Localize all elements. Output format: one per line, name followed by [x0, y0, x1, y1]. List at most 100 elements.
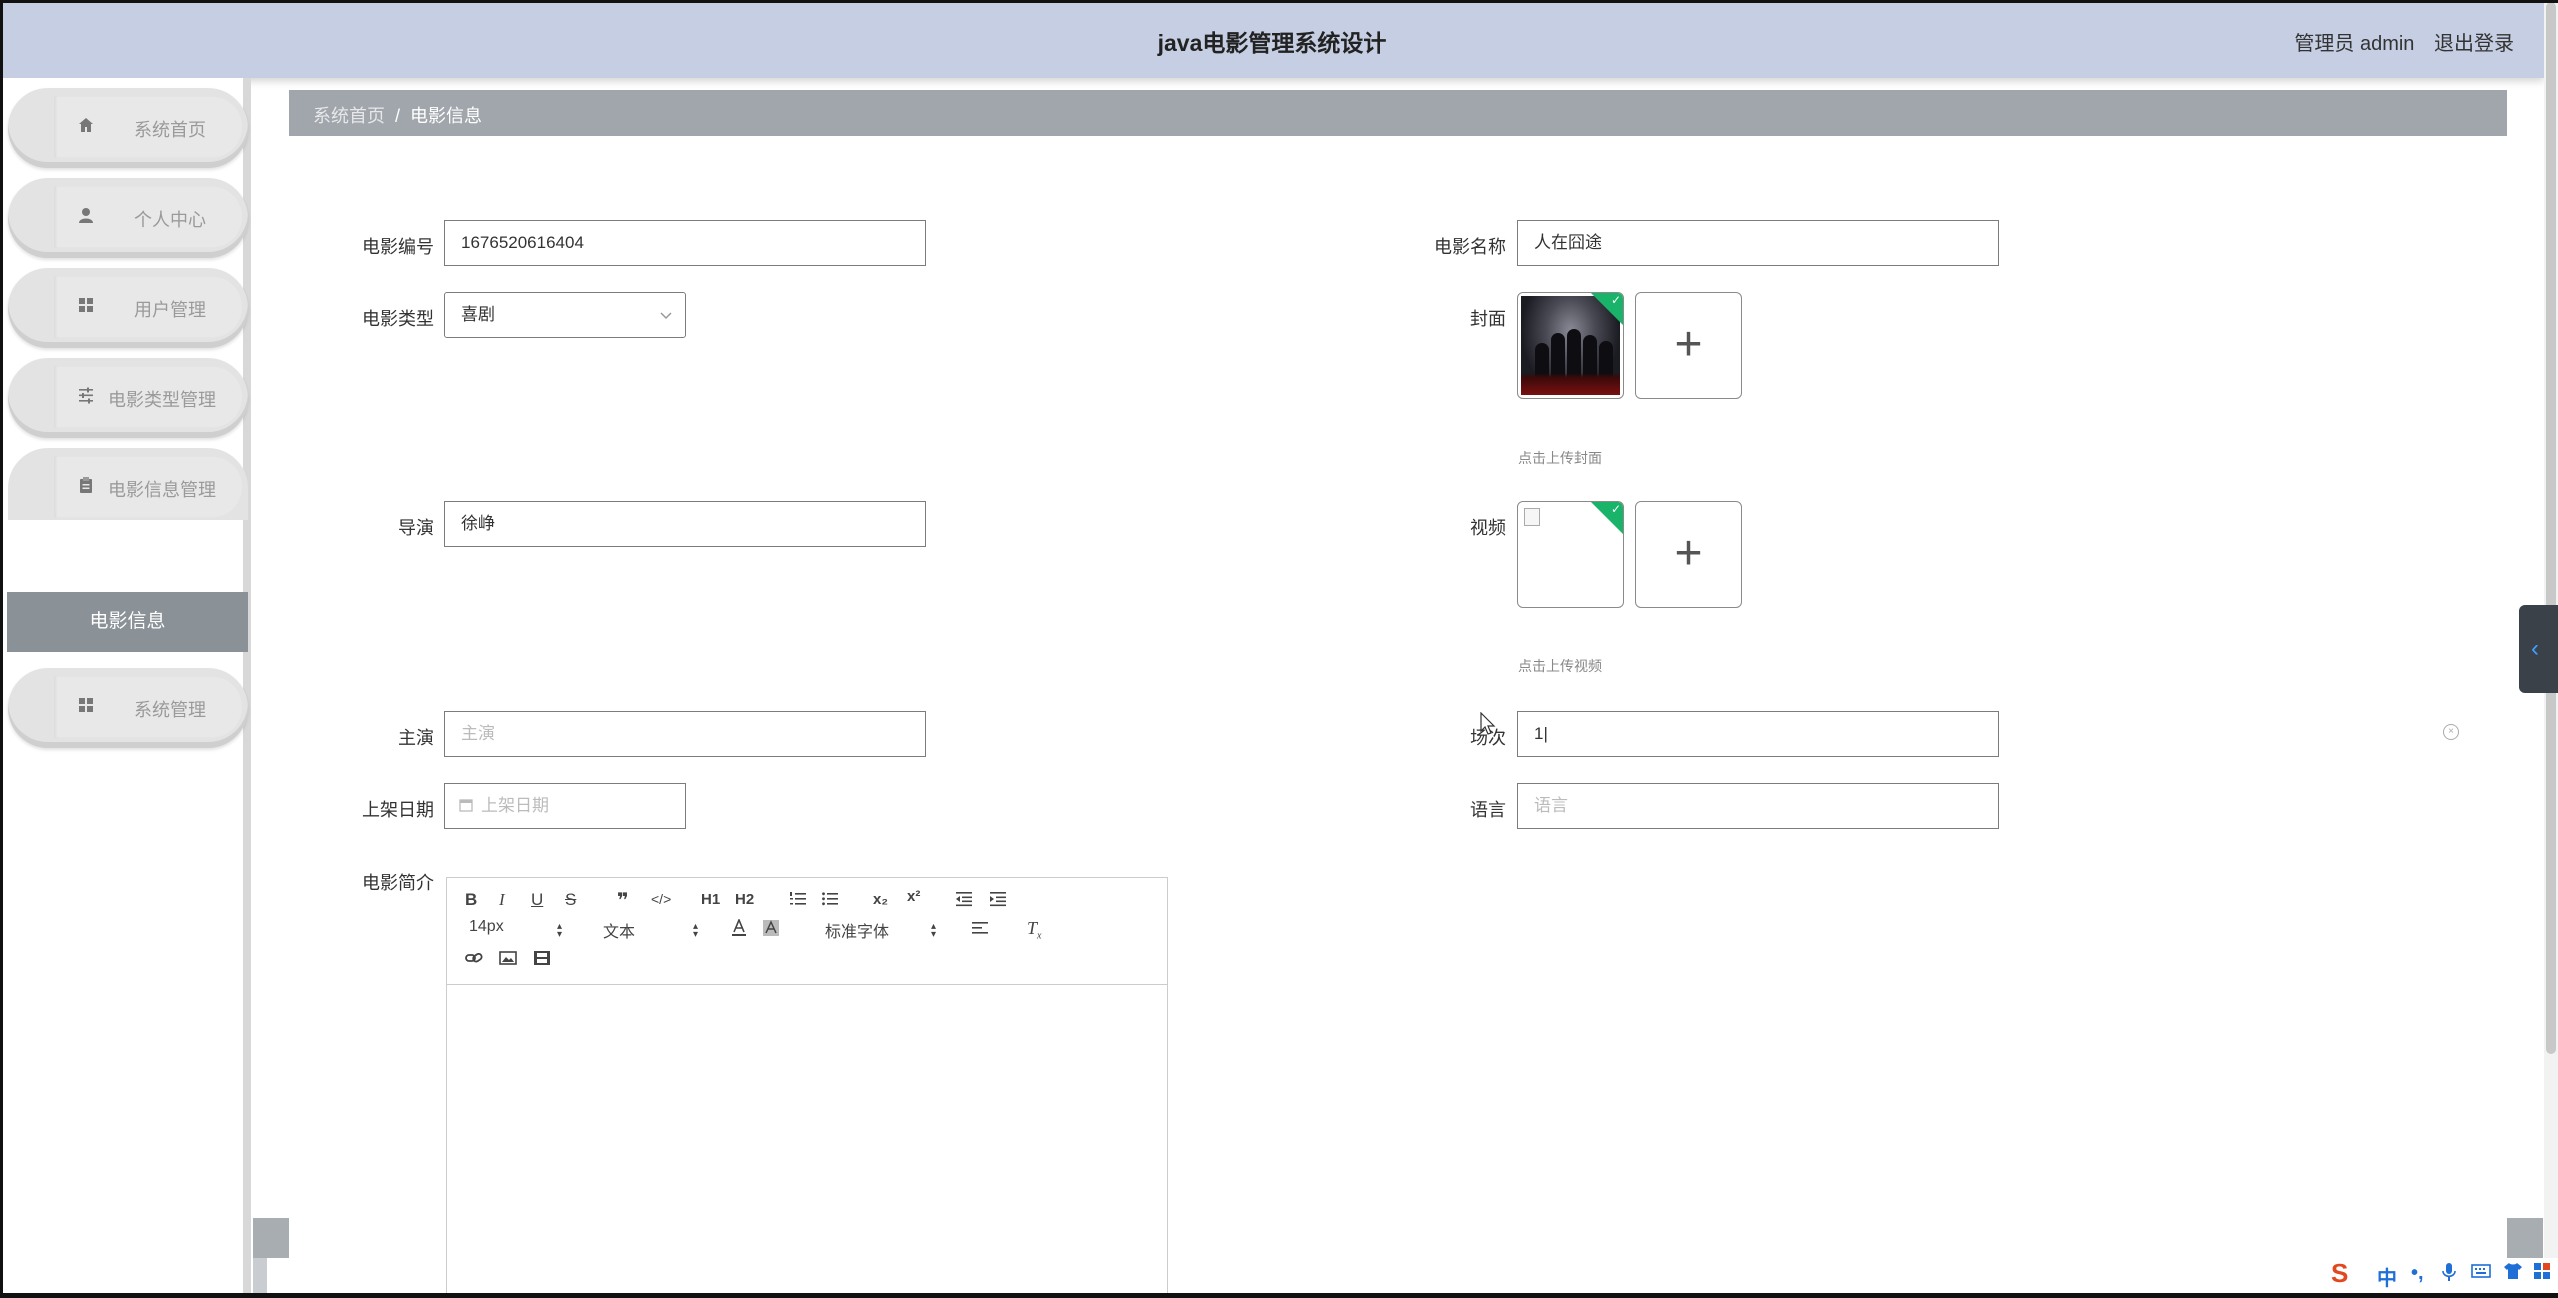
clear-icon[interactable]: ×: [2443, 724, 2459, 740]
keyboard-icon[interactable]: [2471, 1262, 2491, 1285]
bold-button[interactable]: B: [465, 890, 477, 910]
video-icon[interactable]: [533, 950, 551, 971]
movie-name-label: 电影名称: [1434, 237, 1506, 257]
horizontal-scroll-right[interactable]: [2507, 1218, 2543, 1258]
scrollbar-thumb[interactable]: [2546, 2, 2556, 1054]
breadcrumb-home[interactable]: 系统首页: [313, 106, 385, 126]
cover-upload-button[interactable]: +: [1635, 292, 1742, 399]
sidebar-item-home[interactable]: 系统首页: [8, 88, 248, 168]
subscript-button[interactable]: x₂: [873, 891, 888, 908]
outdent-icon[interactable]: [955, 891, 973, 912]
release-date-label: 上架日期: [362, 800, 434, 820]
font-size-select[interactable]: 14px: [469, 918, 504, 936]
grid-icon: [76, 296, 96, 316]
ime-toolbar: S 中 •,: [2325, 1258, 2558, 1294]
home-icon: [76, 116, 96, 136]
language-label: 语言: [1470, 800, 1506, 820]
underline-button[interactable]: U: [531, 890, 543, 910]
plus-icon: +: [1674, 318, 1703, 371]
sidebar-item-users[interactable]: 用户管理: [8, 268, 248, 348]
sidebar: 系统首页 个人中心 用户管理 电影类型管理 电影信息管理 电影信息 系统管理: [3, 78, 251, 1293]
breadcrumb-current: 电影信息: [410, 106, 483, 126]
sidebar-item-profile[interactable]: 个人中心: [8, 178, 248, 258]
background-color-icon[interactable]: [763, 920, 779, 941]
align-icon[interactable]: [971, 921, 989, 942]
user-label: 管理员 admin: [2294, 33, 2415, 55]
sidebar-item-label: 电影信息管理: [108, 480, 216, 500]
video-upload-button[interactable]: +: [1635, 501, 1742, 608]
cover-thumbnail[interactable]: [1517, 292, 1624, 399]
sidebar-item-system[interactable]: 系统管理: [8, 668, 248, 748]
actor-label: 主演: [398, 728, 434, 748]
text-style-select[interactable]: 文本: [603, 918, 635, 942]
clipboard-icon: [76, 476, 96, 496]
actor-input[interactable]: 主演: [444, 711, 926, 757]
editor-toolbar: B I U S ❞ </> H1 H2 x₂ x² 14px ▴ ▾ 文本 ▴ ▾ …: [447, 878, 1167, 985]
h2-button[interactable]: H2: [735, 891, 754, 908]
release-date-placeholder: 上架日期: [481, 796, 549, 815]
sidebar-item-label: 系统管理: [134, 700, 206, 720]
session-input[interactable]: 1|: [1517, 711, 1999, 757]
director-input[interactable]: 徐峥: [444, 501, 926, 547]
movie-type-value: 喜剧: [461, 305, 495, 324]
cover-label: 封面: [1470, 309, 1506, 329]
sidebar-item-movie-info[interactable]: 电影信息管理: [8, 448, 248, 520]
user-area: 管理员 admin 退出登录: [2294, 27, 2514, 56]
mouse-cursor-icon: [1480, 711, 1496, 742]
image-icon[interactable]: [499, 950, 517, 971]
movie-no-input[interactable]: 1676520616404: [444, 220, 926, 266]
rich-text-editor[interactable]: B I U S ❞ </> H1 H2 x₂ x² 14px ▴ ▾ 文本 ▴ ▾ …: [446, 877, 1168, 1297]
app-title: java电影管理系统设计: [1157, 30, 1387, 56]
code-button[interactable]: </>: [651, 891, 671, 907]
upload-success-badge: [1591, 502, 1623, 534]
calendar-icon: [459, 785, 473, 828]
microphone-icon[interactable]: [2441, 1262, 2457, 1288]
breadcrumb-separator: /: [395, 106, 401, 126]
apps-grid-icon[interactable]: [2533, 1262, 2551, 1286]
blockquote-button[interactable]: ❞: [617, 888, 629, 913]
video-thumbnail[interactable]: [1517, 501, 1624, 608]
superscript-button[interactable]: x²: [907, 888, 920, 905]
video-upload-hint: 点击上传视频: [1518, 658, 1602, 674]
skin-icon[interactable]: [2503, 1262, 2523, 1286]
sidebar-subitem-movie-info[interactable]: 电影信息: [7, 592, 248, 652]
ordered-list-icon[interactable]: [789, 891, 807, 912]
movie-name-input[interactable]: 人在囧途: [1517, 220, 1999, 266]
font-family-select[interactable]: 标准字体: [825, 918, 889, 942]
movie-type-select[interactable]: 喜剧: [444, 292, 686, 338]
horizontal-scroll-left[interactable]: [253, 1218, 289, 1258]
logout-link[interactable]: 退出登录: [2434, 33, 2514, 55]
bullet-list-icon[interactable]: [821, 891, 839, 912]
top-header: java电影管理系统设计 管理员 admin 退出登录: [0, 0, 2544, 78]
director-label: 导演: [398, 518, 434, 538]
sidebar-item-label: 系统首页: [134, 120, 206, 140]
link-icon[interactable]: [465, 950, 483, 971]
font-color-icon[interactable]: [731, 917, 747, 942]
sliders-icon: [76, 386, 96, 406]
h1-button[interactable]: H1: [701, 891, 720, 908]
chevron-down-icon: [659, 293, 673, 336]
sogou-logo-icon[interactable]: S: [2331, 1258, 2348, 1289]
italic-button[interactable]: I: [499, 890, 505, 910]
chevron-left-icon: ‹: [2531, 635, 2539, 662]
ime-lang-icon[interactable]: 中: [2377, 1262, 2397, 1291]
video-label: 视频: [1470, 518, 1506, 538]
strike-button[interactable]: S: [565, 890, 576, 910]
person-icon: [76, 206, 96, 226]
sidebar-item-label: 个人中心: [134, 210, 206, 230]
release-date-input[interactable]: 上架日期: [444, 783, 686, 829]
plus-icon: +: [1674, 527, 1703, 580]
cover-upload-hint: 点击上传封面: [1518, 450, 1602, 466]
movie-type-label: 电影类型: [362, 309, 434, 329]
sidebar-item-label: 用户管理: [134, 300, 206, 320]
side-drawer-toggle[interactable]: ‹: [2519, 605, 2558, 693]
clear-format-icon[interactable]: Tx: [1027, 918, 1041, 942]
upload-success-badge: [1591, 293, 1623, 325]
movie-no-label: 电影编号: [362, 237, 434, 257]
language-input[interactable]: 语言: [1517, 783, 1999, 829]
ime-punct-icon[interactable]: •,: [2411, 1262, 2424, 1285]
indent-icon[interactable]: [989, 891, 1007, 912]
broken-image-icon: [1524, 508, 1540, 526]
select-arrows-icon: ▴ ▾: [557, 921, 563, 940]
sidebar-item-movie-types[interactable]: 电影类型管理: [8, 358, 248, 438]
